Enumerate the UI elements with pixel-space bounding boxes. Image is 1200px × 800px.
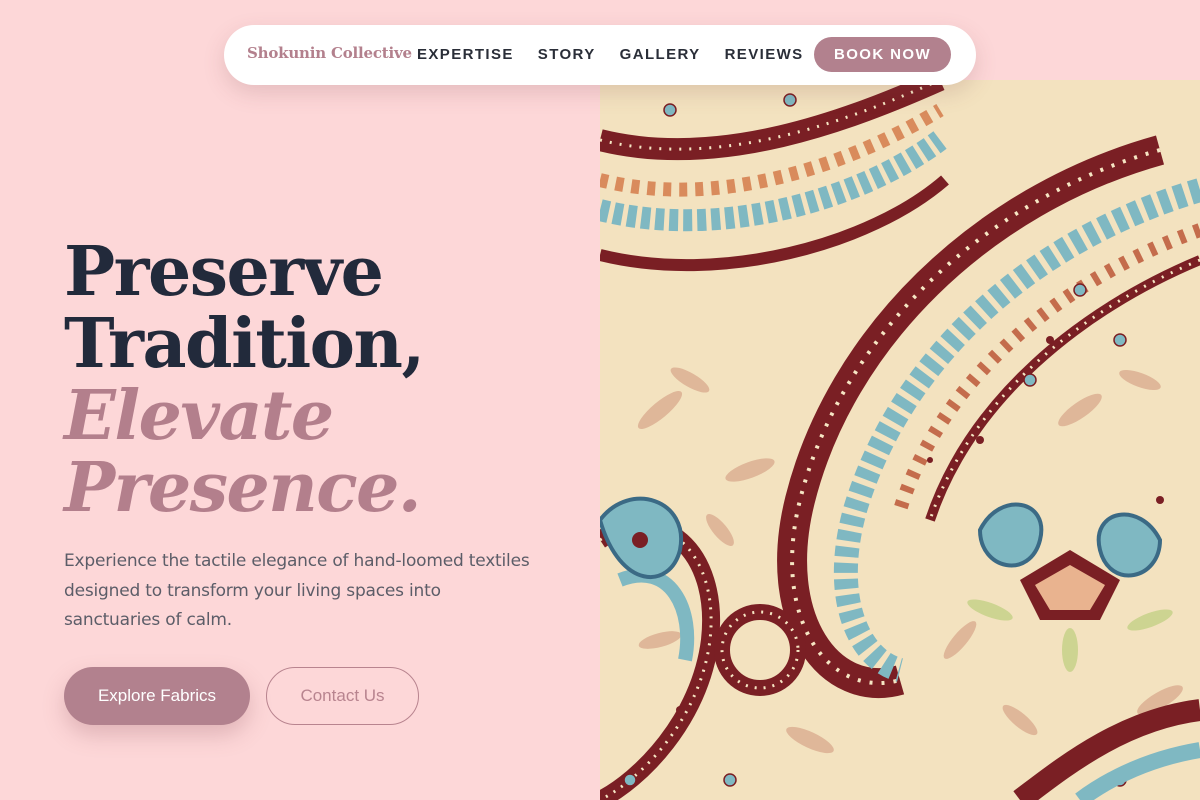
hero-lead-text: Experience the tactile elegance of hand-… xyxy=(64,551,530,630)
headline-accent-line-1: Elevate xyxy=(64,376,334,456)
hero-fabric-image xyxy=(600,80,1200,800)
top-navigation: Shokunin Collective EXPERTISE STORY GALL… xyxy=(224,25,976,85)
nav-link-reviews[interactable]: REVIEWS xyxy=(725,46,804,63)
headline-line-1: Preserve xyxy=(64,232,384,312)
nav-link-expertise[interactable]: EXPERTISE xyxy=(417,46,514,63)
nav-link-gallery[interactable]: GALLERY xyxy=(620,46,701,63)
brand-logo[interactable]: Shokunin Collective xyxy=(247,44,412,62)
headline-line-2: Tradition, xyxy=(64,304,425,384)
hero-headline: Preserve Tradition, Elevate Presence. xyxy=(64,232,425,528)
book-now-button[interactable]: BOOK NOW xyxy=(814,37,951,72)
nav-link-story[interactable]: STORY xyxy=(538,46,596,63)
headline-accent-line-2: Presence. xyxy=(64,448,422,528)
nav-links: EXPERTISE STORY GALLERY REVIEWS xyxy=(417,46,828,63)
explore-fabrics-button[interactable]: Explore Fabrics xyxy=(64,667,250,725)
contact-us-button[interactable]: Contact Us xyxy=(266,667,419,725)
